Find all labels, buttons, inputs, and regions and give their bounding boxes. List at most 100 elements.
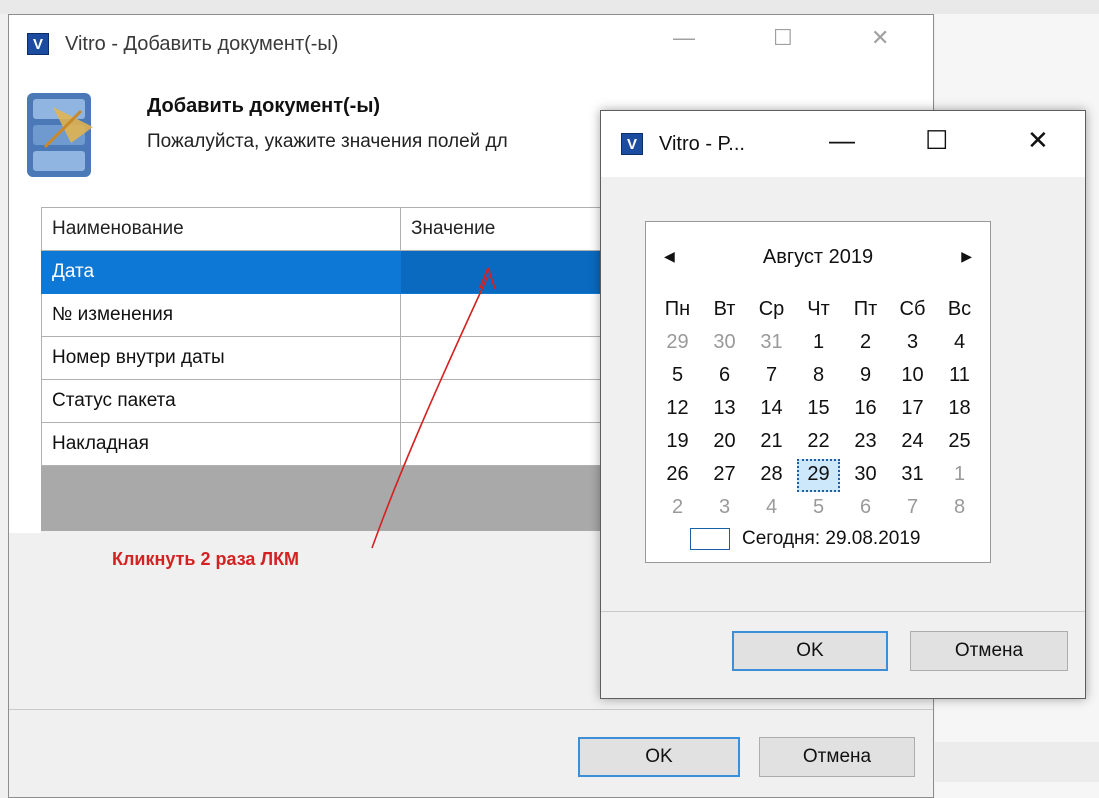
- calendar-day[interactable]: 16: [842, 393, 889, 426]
- calendar-day[interactable]: 4: [748, 492, 795, 525]
- calendar-day[interactable]: 8: [936, 492, 983, 525]
- close-icon[interactable]: ✕: [1027, 125, 1049, 156]
- weekday-label: Вс: [947, 298, 972, 320]
- field-name-cell[interactable]: Номер внутри даты: [41, 336, 401, 380]
- weekday-label: Вт: [713, 298, 736, 320]
- calendar-day[interactable]: 6: [842, 492, 889, 525]
- calendar-day[interactable]: 23: [842, 426, 889, 459]
- calendar-day[interactable]: 8: [795, 360, 842, 393]
- weekday-label: Ср: [758, 298, 785, 320]
- calendar-week-row: 19 20 21 22 23 24 25: [654, 426, 983, 459]
- dialog-title: Vitro - P...: [659, 133, 745, 155]
- calendar-day[interactable]: 30: [842, 459, 889, 492]
- minimize-icon[interactable]: —: [673, 25, 695, 51]
- calendar-day[interactable]: 26: [654, 459, 701, 492]
- calendar-day[interactable]: 22: [795, 426, 842, 459]
- calendar-day[interactable]: 31: [889, 459, 936, 492]
- calendar-day[interactable]: 3: [889, 327, 936, 360]
- vitro-app-icon: V: [27, 33, 49, 55]
- field-name-cell[interactable]: Статус пакета: [41, 379, 401, 423]
- weekday-label: Сб: [899, 298, 926, 320]
- database-documents-icon: [27, 93, 93, 177]
- field-value-cell[interactable]: [400, 422, 632, 466]
- calendar-day[interactable]: 17: [889, 393, 936, 426]
- calendar-day[interactable]: 3: [701, 492, 748, 525]
- cancel-button[interactable]: Отмена: [759, 737, 915, 777]
- calendar-day[interactable]: 9: [842, 360, 889, 393]
- calendar-day[interactable]: 18: [936, 393, 983, 426]
- column-header-value[interactable]: Значение: [400, 207, 632, 251]
- field-name-cell[interactable]: Дата: [41, 250, 401, 294]
- window-title: Vitro - Добавить документ(-ы): [65, 33, 339, 55]
- calendar-days-grid: Пн Вт Ср Чт Пт Сб Вс 29 30 31 1 2 3 4 5 …: [654, 294, 983, 525]
- dialog-title-bar: V Vitro - P... — ☐ ✕: [601, 111, 1085, 177]
- calendar-day[interactable]: 11: [936, 360, 983, 393]
- calendar-day[interactable]: 15: [795, 393, 842, 426]
- maximize-icon[interactable]: ☐: [925, 125, 948, 156]
- table-row[interactable]: № изменения: [41, 293, 632, 337]
- calendar-day[interactable]: 5: [654, 360, 701, 393]
- calendar-week-row: 12 13 14 15 16 17 18: [654, 393, 983, 426]
- calendar-day[interactable]: 7: [748, 360, 795, 393]
- today-link[interactable]: Сегодня: 29.08.2019: [690, 528, 920, 550]
- column-header-name[interactable]: Наименование: [41, 207, 401, 251]
- next-month-icon[interactable]: ▶: [961, 248, 972, 265]
- calendar-day[interactable]: 14: [748, 393, 795, 426]
- dialog-footer-divider: [601, 611, 1085, 612]
- calendar-day[interactable]: 21: [748, 426, 795, 459]
- cancel-button[interactable]: Отмена: [910, 631, 1068, 671]
- weekday-label: Пт: [853, 298, 878, 320]
- calendar-week-row: 5 6 7 8 9 10 11: [654, 360, 983, 393]
- table-row[interactable]: Дата: [41, 250, 632, 294]
- table-row[interactable]: Статус пакета: [41, 379, 632, 423]
- calendar-day[interactable]: 4: [936, 327, 983, 360]
- row-selector-column: [9, 207, 41, 533]
- calendar-day[interactable]: 29: [654, 327, 701, 360]
- maximize-icon[interactable]: ☐: [773, 25, 793, 51]
- field-value-cell[interactable]: [400, 336, 632, 380]
- background-window-edge: [935, 742, 1099, 782]
- grid-header-row: Наименование Значение: [41, 207, 632, 251]
- table-row[interactable]: Накладная: [41, 422, 632, 466]
- calendar-week-row: 2 3 4 5 6 7 8: [654, 492, 983, 525]
- field-value-cell[interactable]: [400, 379, 632, 423]
- calendar-day[interactable]: 6: [701, 360, 748, 393]
- calendar-week-row: 26 27 28 29 30 31 1: [654, 459, 983, 492]
- calendar-day[interactable]: 13: [701, 393, 748, 426]
- minimize-icon[interactable]: —: [829, 125, 855, 156]
- calendar-day[interactable]: 1: [936, 459, 983, 492]
- calendar-day-today[interactable]: 29: [797, 459, 840, 492]
- calendar-day[interactable]: 2: [842, 327, 889, 360]
- field-value-cell[interactable]: [400, 250, 632, 294]
- table-row[interactable]: Номер внутри даты: [41, 336, 632, 380]
- calendar-day[interactable]: 27: [701, 459, 748, 492]
- background-window-strip: [0, 0, 1099, 14]
- close-icon[interactable]: ✕: [871, 25, 889, 51]
- calendar-day[interactable]: 20: [701, 426, 748, 459]
- calendar-day[interactable]: 19: [654, 426, 701, 459]
- ok-button[interactable]: OK: [578, 737, 740, 777]
- calendar-day[interactable]: 1: [795, 327, 842, 360]
- field-value-cell[interactable]: [400, 293, 632, 337]
- today-label[interactable]: Сегодня: 29.08.2019: [742, 528, 920, 550]
- calendar-day[interactable]: 5: [795, 492, 842, 525]
- ok-button[interactable]: OK: [732, 631, 888, 671]
- footer-divider: [9, 709, 933, 710]
- calendar-day[interactable]: 24: [889, 426, 936, 459]
- month-year-label[interactable]: Август 2019: [646, 246, 990, 269]
- calendar-day[interactable]: 31: [748, 327, 795, 360]
- field-name-cell[interactable]: Накладная: [41, 422, 401, 466]
- calendar-day[interactable]: 2: [654, 492, 701, 525]
- calendar-day[interactable]: 30: [701, 327, 748, 360]
- title-bar: V Vitro - Добавить документ(-ы) — ☐ ✕: [9, 15, 933, 73]
- calendar-day[interactable]: 7: [889, 492, 936, 525]
- dialog-header-title: Добавить документ(-ы): [147, 95, 381, 117]
- date-picker-dialog: V Vitro - P... — ☐ ✕ ◀ Август 2019 ▶ Пн …: [600, 110, 1086, 699]
- calendar-day[interactable]: 28: [748, 459, 795, 492]
- fields-grid: Наименование Значение Дата № изменения Н…: [41, 207, 632, 466]
- field-name-cell[interactable]: № изменения: [41, 293, 401, 337]
- calendar-day[interactable]: 12: [654, 393, 701, 426]
- month-calendar: ◀ Август 2019 ▶ Пн Вт Ср Чт Пт Сб Вс 29 …: [645, 221, 991, 563]
- calendar-day[interactable]: 10: [889, 360, 936, 393]
- calendar-day[interactable]: 25: [936, 426, 983, 459]
